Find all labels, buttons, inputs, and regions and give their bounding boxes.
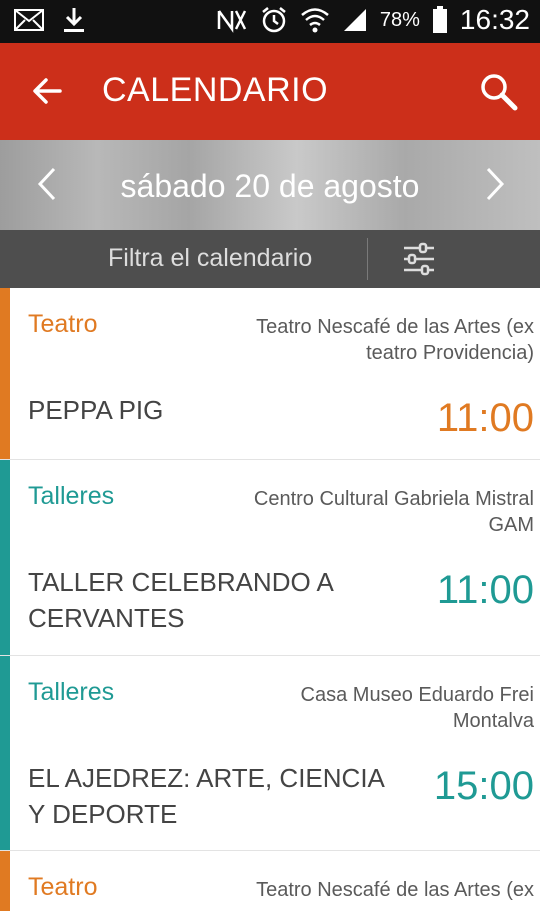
filter-bar[interactable]: Filtra el calendario (0, 230, 540, 288)
search-button[interactable] (478, 71, 520, 113)
filter-settings-button[interactable] (400, 240, 438, 278)
status-bar: 78% 16:32 (0, 0, 540, 43)
event-list: Teatro Teatro Nescafé de las Artes (ex te… (0, 288, 540, 911)
event-item[interactable]: Teatro Teatro Nescafé de las Artes (ex (0, 851, 540, 911)
event-category: Teatro (28, 310, 98, 338)
status-right: 78% 16:32 (216, 4, 530, 36)
event-title-line: PEPPA PIG (28, 395, 164, 425)
search-icon (481, 74, 518, 111)
event-title-line: Y DEPORTE (28, 799, 178, 829)
event-item[interactable]: Teatro Teatro Nescafé de las Artes (ex te… (0, 288, 540, 460)
category-accent-bar (0, 288, 10, 459)
back-button[interactable] (30, 73, 66, 109)
event-venue: Casa Museo Eduardo Frei Montalva (214, 682, 534, 734)
page-title: CALENDARIO (102, 71, 329, 109)
battery-percent: 78% (379, 8, 420, 31)
event-title: TALLER CELEBRANDO A CERVANTES (28, 564, 428, 636)
nfc-mute-icon (217, 10, 247, 33)
event-time: 15:00 (433, 764, 534, 808)
arrow-left-icon (33, 78, 62, 104)
event-venue-line: teatro Providencia) (366, 342, 534, 364)
download-icon (64, 8, 84, 32)
event-venue-line: GAM (488, 514, 534, 536)
mail-icon (14, 9, 44, 31)
status-left-icons (14, 6, 86, 34)
event-title-line: EL AJEDREZ: ARTE, CIENCIA (28, 763, 385, 793)
event-title-line: TALLER CELEBRANDO A (28, 567, 334, 597)
event-venue-line: Centro Cultural Gabriela Mistral (253, 488, 534, 510)
event-category: Talleres (28, 678, 115, 706)
event-title: PEPPA PIG (28, 392, 428, 428)
event-title: EL AJEDREZ: ARTE, CIENCIA Y DEPORTE (28, 760, 428, 832)
event-title-line: CERVANTES (28, 603, 185, 633)
event-item[interactable]: Talleres Centro Cultural Gabriela Mistra… (0, 460, 540, 656)
event-category: Teatro (28, 873, 98, 901)
chevron-right-icon (486, 167, 505, 201)
wifi-icon (301, 8, 329, 33)
event-category: Talleres (28, 482, 115, 510)
app-bar: CALENDARIO (0, 43, 540, 140)
event-time: 11:00 (436, 396, 534, 440)
filter-label[interactable]: Filtra el calendario (108, 244, 312, 273)
next-day-button[interactable] (482, 165, 508, 203)
current-date: sábado 20 de agosto (120, 168, 420, 204)
alarm-icon (262, 7, 286, 33)
signal-icon (343, 9, 366, 31)
event-item[interactable]: Talleres Casa Museo Eduardo Frei Montalva… (0, 656, 540, 851)
sliders-icon (404, 242, 434, 276)
event-venue: Teatro Nescafé de las Artes (ex teatro Pr… (214, 314, 534, 366)
event-venue: Teatro Nescafé de las Artes (ex (214, 877, 534, 903)
date-navigator: sábado 20 de agosto (0, 140, 540, 230)
clock: 16:32 (459, 4, 530, 35)
event-venue: Centro Cultural Gabriela Mistral GAM (214, 486, 534, 538)
event-venue-line: Teatro Nescafé de las Artes (ex (256, 316, 534, 338)
battery-icon (432, 6, 447, 33)
event-venue-line: Teatro Nescafé de las Artes (ex (256, 879, 534, 901)
category-accent-bar (0, 460, 10, 655)
category-accent-bar (0, 656, 10, 850)
category-accent-bar (0, 851, 10, 911)
event-time: 11:00 (436, 568, 534, 612)
event-venue-line: Montalva (452, 710, 534, 732)
event-venue-line: Casa Museo Eduardo Frei (300, 684, 534, 706)
filter-divider (367, 238, 368, 280)
